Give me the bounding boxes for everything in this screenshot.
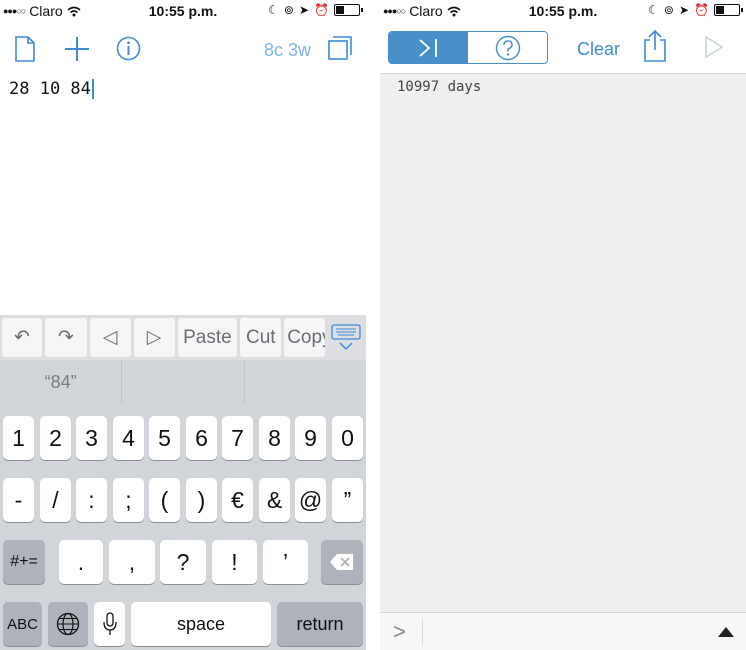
key-5[interactable]: 5 [149,416,180,460]
microphone-icon [102,612,117,635]
globe-icon [56,612,80,636]
suggestion-2[interactable] [122,360,245,404]
key-1[interactable]: 1 [3,416,34,460]
divider [422,619,423,645]
text-editor[interactable]: 28 10 84 [9,79,94,99]
paste-button[interactable]: Paste [177,318,238,357]
editor-pane: ●●●○○ Claro 10:55 p.m. ☾ ⊚ ➤ ⏰ 8c 3w 28 … [0,0,366,650]
text-cursor [91,79,94,99]
cut-button[interactable]: Cut [240,318,282,357]
moon-icon: ☾ [648,3,659,17]
globe-key[interactable] [48,602,88,646]
alarm-icon: ⏰ [694,3,709,17]
console-input-bar: > [380,612,746,650]
editor-text: 28 10 84 [9,79,91,99]
rotation-lock-icon: ⊚ [663,3,674,17]
key-0[interactable]: 0 [332,416,363,460]
left-arrow-icon: ◁ [102,327,118,348]
copy-button[interactable]: Copy [284,318,326,357]
console-toolbar: Clear [380,22,746,74]
status-bar: ●●●○○ Claro 10:55 p.m. ☾ ⊚ ➤ ⏰ [0,0,366,22]
undo-icon: ↶ [13,327,30,348]
console-output: 10997 days [397,79,482,95]
suggestion-1[interactable]: “84” [0,360,123,404]
key-7[interactable]: 7 [222,416,253,460]
key-euro[interactable]: € [222,478,253,522]
moon-icon: ☾ [268,3,279,17]
right-arrow-icon: ▷ [146,327,162,348]
pane-divider [366,0,380,650]
key-quote[interactable]: ” [332,478,363,522]
key-comma[interactable]: , [109,540,155,584]
share-icon[interactable] [643,30,667,62]
key-2[interactable]: 2 [40,416,71,460]
return-key[interactable]: return [277,602,363,646]
key-semicolon[interactable]: ; [113,478,144,522]
run-to-end-icon [418,38,437,57]
key-3[interactable]: 3 [76,416,107,460]
keyboard: 1 2 3 4 5 6 7 8 9 0 - / : ; ( ) € & @ ” … [0,404,366,650]
dismiss-keyboard-button[interactable] [328,318,364,357]
predictive-bar: “84” [0,360,366,404]
backspace-icon [330,554,353,570]
abc-key[interactable]: ABC [3,602,42,646]
document-icon[interactable] [14,36,36,62]
cut-label: Cut [245,326,276,348]
console-input[interactable] [428,617,698,647]
key-colon[interactable]: : [76,478,107,522]
paste-label: Paste [183,326,232,348]
dictation-key[interactable] [94,602,125,646]
help-icon [495,35,520,60]
delete-key[interactable] [321,540,363,584]
key-at[interactable]: @ [295,478,326,522]
key-ampersand[interactable]: & [259,478,290,522]
status-bar: ●●●○○ Claro 10:55 p.m. ☾ ⊚ ➤ ⏰ [380,0,746,22]
segment-help[interactable] [468,32,547,63]
undo-button[interactable]: ↶ [2,318,42,357]
symbols-key[interactable]: #+= [3,540,45,584]
key-close-paren[interactable]: ) [186,478,217,522]
key-6[interactable]: 6 [186,416,217,460]
key-open-paren[interactable]: ( [149,478,180,522]
location-icon: ➤ [298,3,310,17]
run-icon[interactable] [704,36,724,58]
key-question[interactable]: ? [160,540,206,584]
key-apostrophe[interactable]: ’ [263,540,308,584]
key-4[interactable]: 4 [113,416,144,460]
copy-label: Copy [287,326,325,348]
console-pane: ●●●○○ Claro 10:55 p.m. ☾ ⊚ ➤ ⏰ Clear 109… [380,0,746,650]
location-icon: ➤ [678,3,690,17]
view-segmented-control [388,31,548,64]
add-icon[interactable] [64,36,90,62]
cursor-right-button[interactable]: ▷ [133,318,175,357]
expand-icon[interactable] [328,36,352,60]
key-hyphen[interactable]: - [3,478,34,522]
space-key[interactable]: space [131,602,271,646]
character-word-counter: 8c 3w [264,40,312,60]
key-8[interactable]: 8 [259,416,290,460]
key-9[interactable]: 9 [295,416,326,460]
key-slash[interactable]: / [40,478,71,522]
keyboard-dismiss-icon [331,323,361,350]
alarm-icon: ⏰ [314,3,329,17]
clear-button[interactable]: Clear [577,39,620,60]
cursor-left-button[interactable]: ◁ [89,318,131,357]
battery-icon [714,4,743,16]
editor-toolbar: 8c 3w [0,22,366,74]
key-exclamation[interactable]: ! [212,540,257,584]
key-period[interactable]: . [59,540,103,584]
rotation-lock-icon: ⊚ [283,3,294,17]
redo-icon: ↷ [57,327,74,348]
history-up-icon[interactable] [718,627,734,637]
prompt-icon: > [393,619,406,644]
segment-output[interactable] [389,32,468,63]
suggestion-3[interactable] [245,360,366,404]
keyboard-accessory-bar: ↶ ↷ ◁ ▷ Paste Cut Copy [0,315,366,360]
info-icon[interactable] [116,36,141,61]
redo-button[interactable]: ↷ [44,318,87,357]
battery-icon [334,4,363,16]
